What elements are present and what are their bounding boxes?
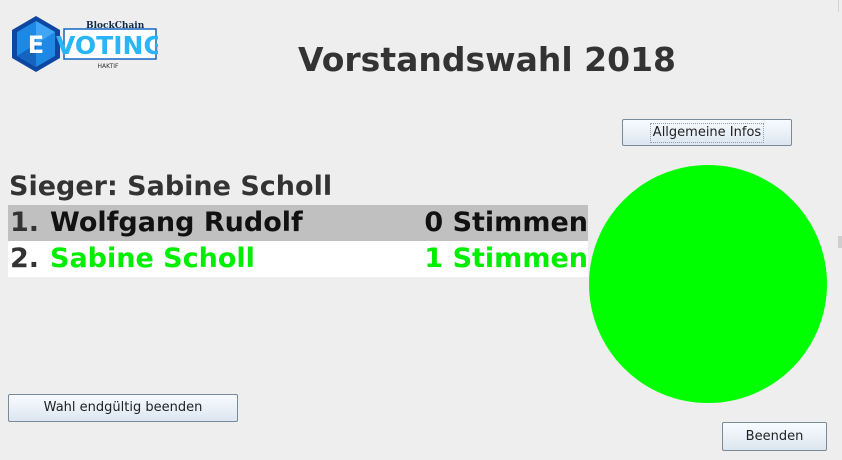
- result-name: Sabine Scholl: [50, 243, 255, 274]
- quit-label: Beenden: [745, 429, 804, 444]
- logo-letter: E: [28, 31, 44, 59]
- logo-graphic: E BlockChain VOTING HAKTIF: [12, 16, 164, 72]
- end-vote-button[interactable]: Wahl endgültig beenden: [8, 394, 238, 422]
- end-vote-label: Wahl endgültig beenden: [43, 400, 203, 415]
- logo-word: VOTING: [56, 31, 158, 60]
- result-rank: 2.: [10, 243, 40, 274]
- evoting-logo: E BlockChain VOTING HAKTIF: [8, 14, 164, 74]
- resize-handle[interactable]: [838, 236, 842, 248]
- page-title: Vorstandswahl 2018: [298, 40, 677, 79]
- general-info-button[interactable]: Allgemeine Infos: [622, 119, 792, 146]
- result-row: 1. Wolfgang Rudolf 0 Stimmen: [8, 205, 588, 241]
- window-edge: [838, 0, 839, 12]
- pie-slice-sabine-scholl: [589, 165, 827, 403]
- result-rank: 1.: [10, 207, 40, 238]
- results-list: 1. Wolfgang Rudolf 0 Stimmen 2. Sabine S…: [8, 205, 588, 277]
- general-info-label: Allgemeine Infos: [649, 123, 765, 143]
- quit-button[interactable]: Beenden: [722, 422, 827, 451]
- winner-label: Sieger: Sabine Scholl: [9, 171, 333, 202]
- vote-pie-chart: [589, 165, 827, 403]
- result-name: Wolfgang Rudolf: [50, 207, 303, 238]
- result-votes: 0 Stimmen: [424, 207, 588, 238]
- logo-bottom-text: HAKTIF: [98, 63, 120, 70]
- result-row: 2. Sabine Scholl 1 Stimmen: [8, 241, 588, 277]
- result-votes: 1 Stimmen: [424, 243, 588, 274]
